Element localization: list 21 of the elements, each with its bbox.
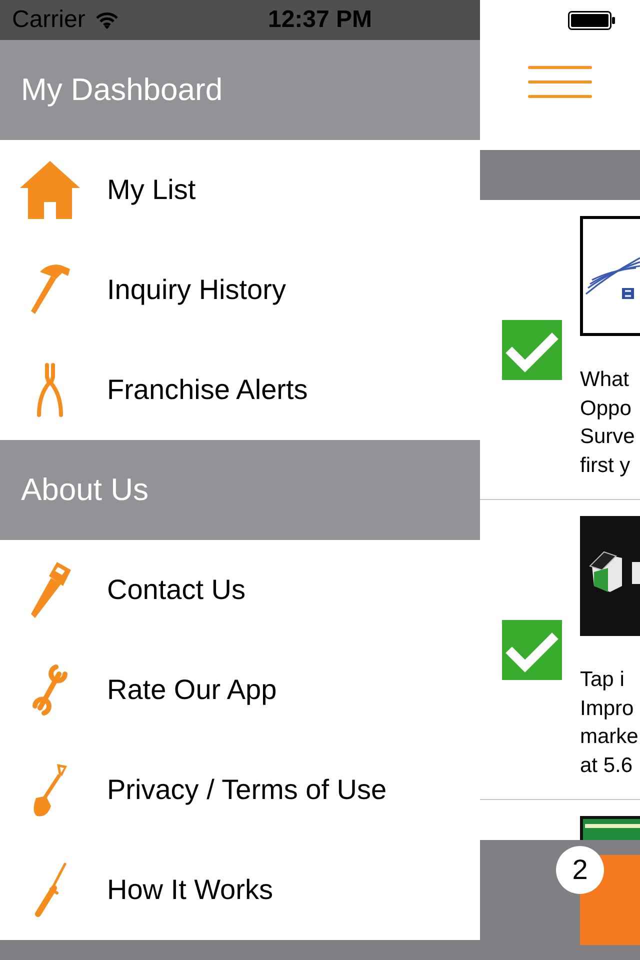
- menu-icon: [528, 66, 592, 98]
- time-text: 12:37 PM: [268, 8, 372, 32]
- wrench-icon: [32, 664, 68, 716]
- pliers-icon: [36, 363, 64, 417]
- section-header: About Us: [0, 440, 480, 540]
- section-header: My Dashboard: [0, 40, 480, 140]
- screwdriver-icon: [33, 862, 67, 918]
- shovel-icon: [31, 762, 69, 818]
- logo-drawing: [580, 816, 640, 840]
- tab-button[interactable]: 2: [556, 846, 640, 945]
- description-text: What Oppo Surve first y: [580, 367, 636, 478]
- checked-checkbox-icon[interactable]: [502, 620, 562, 680]
- notification-badge: 2: [556, 846, 604, 894]
- checked-checkbox-icon[interactable]: [502, 320, 562, 380]
- house-icon: [20, 161, 80, 219]
- saw-icon: [29, 562, 71, 618]
- description-text: Tap i Impro marke at 5.6: [580, 667, 640, 778]
- wifi-icon: [95, 11, 120, 29]
- carrier-text: Carrier: [12, 8, 86, 32]
- hammer-icon: [30, 263, 70, 317]
- battery-icon: [568, 10, 615, 30]
